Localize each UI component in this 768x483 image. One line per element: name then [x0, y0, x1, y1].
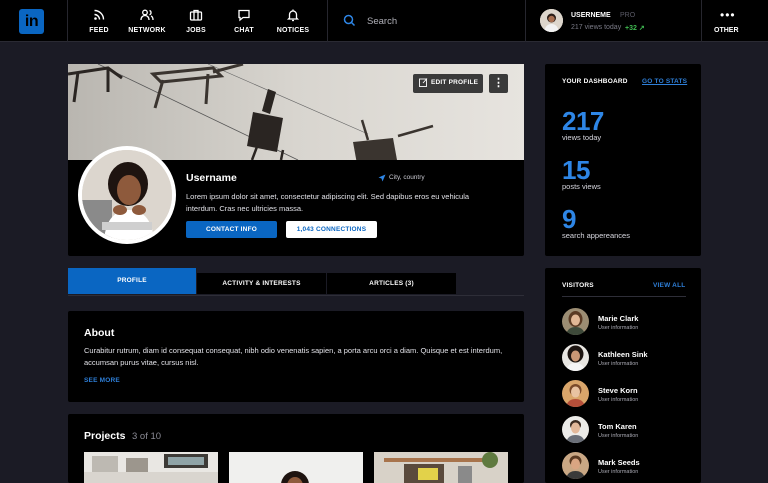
- nav-other-label[interactable]: OTHER: [714, 27, 739, 34]
- pro-link[interactable]: PRO: [620, 12, 635, 19]
- connections-button[interactable]: 1,043 CONNECTIONS: [286, 221, 377, 238]
- tab-profile[interactable]: PROFILE: [68, 268, 197, 294]
- search-appearances-label: search appereances: [562, 231, 630, 240]
- projects-title: Projects: [84, 430, 125, 442]
- tabs-divider: [68, 295, 524, 296]
- profile-photo: [82, 150, 172, 240]
- avatar: [562, 344, 589, 371]
- edit-profile-label: EDIT PROFILE: [431, 79, 478, 86]
- top-navigation-bar: in FEED NETWORK JOBS CHAT: [0, 0, 768, 42]
- projects-count: 3 of 10: [132, 431, 161, 442]
- profile-bio: Lorem ipsum dolor sit amet, consectetur …: [186, 191, 486, 215]
- visitors-divider: [562, 296, 686, 297]
- profile-location: City, country: [389, 174, 425, 181]
- views-change-value: +32: [625, 25, 637, 32]
- nav-jobs-label: JOBS: [172, 27, 220, 34]
- chat-icon: [237, 8, 251, 22]
- edit-profile-button[interactable]: EDIT PROFILE: [413, 74, 483, 93]
- dashboard-card: YOUR DASHBOARD GO TO STATS 217 views tod…: [545, 64, 701, 256]
- profile-avatar[interactable]: [78, 146, 176, 244]
- visitor-item[interactable]: Kathleen Sink User information: [562, 344, 692, 372]
- project-thumbnail[interactable]: [374, 452, 508, 483]
- visitor-name: Tom Karen: [598, 422, 637, 431]
- project-thumbnail[interactable]: [84, 452, 218, 483]
- nav-divider: [525, 0, 526, 42]
- profile-card: EDIT PROFILE ⋮ Username City, country Lo…: [68, 64, 524, 256]
- avatar: [562, 380, 589, 407]
- tab-activity-interests[interactable]: ACTIVITY & INTERESTS: [197, 273, 327, 294]
- bell-icon: [286, 8, 300, 22]
- nav-jobs[interactable]: JOBS: [172, 0, 220, 42]
- visitors-title: VISITORS: [562, 282, 594, 289]
- visitor-info: User information: [598, 397, 638, 403]
- avatar: [562, 416, 589, 443]
- nav-feed-label: FEED: [68, 27, 130, 34]
- briefcase-icon: [189, 8, 203, 22]
- nav-chat-label: CHAT: [220, 27, 268, 34]
- views-today-label: views today: [562, 133, 601, 142]
- visitor-name: Marie Clark: [598, 314, 638, 323]
- more-horizontal-icon[interactable]: •••: [720, 8, 736, 22]
- visitor-name: Kathleen Sink: [598, 350, 648, 359]
- views-change: +32 ↗: [625, 24, 645, 32]
- rss-icon: [92, 8, 106, 22]
- view-all-link[interactable]: VIEW ALL: [653, 282, 685, 289]
- visitor-item[interactable]: Marie Clark User information: [562, 308, 692, 336]
- about-title: About: [84, 327, 114, 339]
- logo-cell: in: [0, 0, 68, 42]
- arrow-up-icon: ↗: [639, 25, 645, 32]
- project-thumbnail[interactable]: [229, 452, 363, 483]
- search-icon[interactable]: [343, 14, 356, 27]
- visitor-name: Steve Korn: [598, 386, 638, 395]
- visitor-item[interactable]: Mark Seeds User information: [562, 452, 692, 480]
- go-to-stats-link[interactable]: GO TO STATS: [642, 78, 687, 85]
- user-views-today: 217 views today: [571, 24, 621, 31]
- dashboard-title: YOUR DASHBOARD: [562, 78, 628, 85]
- nav-network[interactable]: NETWORK: [123, 0, 171, 42]
- nav-feed[interactable]: FEED: [68, 0, 130, 42]
- search-input[interactable]: Search: [367, 16, 397, 27]
- visitors-card: VISITORS VIEW ALL Marie Clark User infor…: [545, 268, 701, 483]
- about-text: Curabitur rutrum, diam id consequat cons…: [84, 345, 514, 369]
- avatar: [562, 308, 589, 335]
- more-vertical-icon[interactable]: ⋮: [489, 74, 508, 93]
- nav-notices[interactable]: NOTICES: [268, 0, 318, 42]
- visitor-info: User information: [598, 325, 638, 331]
- nav-divider: [327, 0, 328, 42]
- visitor-info: User information: [598, 469, 638, 475]
- tab-articles[interactable]: ARTICLES (3): [327, 273, 457, 294]
- visitor-info: User information: [598, 361, 638, 367]
- user-avatar[interactable]: [540, 9, 563, 32]
- nav-notices-label: NOTICES: [268, 27, 318, 34]
- avatar: [562, 452, 589, 479]
- nav-network-label: NETWORK: [123, 27, 171, 34]
- nav-divider: [701, 0, 702, 42]
- contact-info-button[interactable]: CONTACT INFO: [186, 221, 277, 238]
- see-more-link[interactable]: SEE MORE: [84, 377, 120, 384]
- edit-icon: [419, 78, 428, 87]
- nav-chat[interactable]: CHAT: [220, 0, 268, 42]
- visitor-info: User information: [598, 433, 638, 439]
- about-card: About Curabitur rutrum, diam id consequa…: [68, 311, 524, 402]
- profile-tabs: PROFILE ACTIVITY & INTERESTS ARTICLES (3…: [68, 268, 524, 296]
- visitor-name: Mark Seeds: [598, 458, 640, 467]
- location-arrow-icon: [378, 174, 386, 182]
- cover-image: EDIT PROFILE ⋮: [68, 64, 524, 160]
- user-name[interactable]: USERNEME: [571, 12, 611, 19]
- visitor-item[interactable]: Tom Karen User information: [562, 416, 692, 444]
- linkedin-logo[interactable]: in: [19, 9, 44, 34]
- projects-card: Projects 3 of 10: [68, 414, 524, 483]
- people-icon: [140, 8, 154, 22]
- post-views-label: posts views: [562, 182, 601, 191]
- visitor-item[interactable]: Steve Korn User information: [562, 380, 692, 408]
- profile-name: Username: [186, 172, 237, 184]
